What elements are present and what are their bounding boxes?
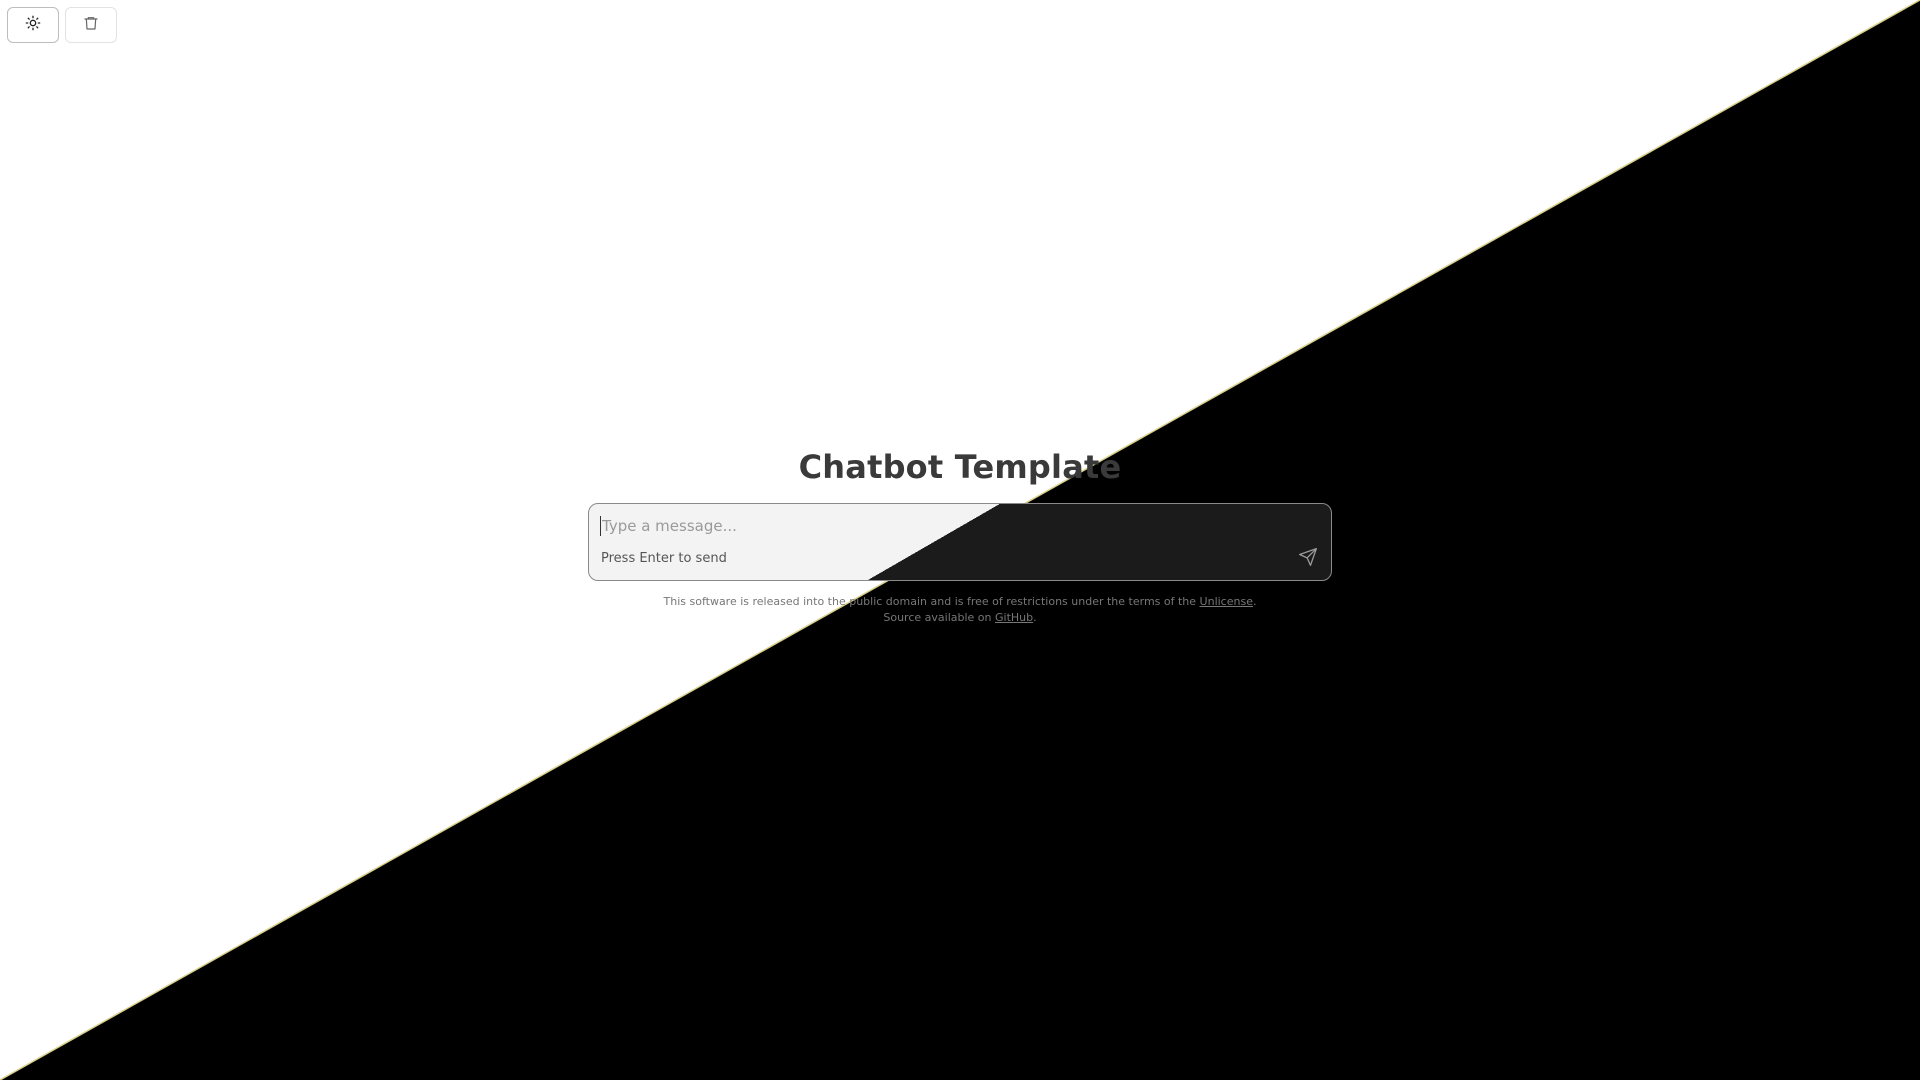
license-line: This software is released into the publi… — [588, 594, 1332, 610]
github-link[interactable]: GitHub — [995, 611, 1033, 624]
source-period: . — [1033, 611, 1037, 624]
send-icon — [1298, 547, 1318, 571]
page-title: Chatbot Template — [798, 448, 1122, 486]
license-text: This software is released into the publi… — [663, 595, 1200, 608]
source-line: Source available on GitHub. — [588, 610, 1332, 626]
top-toolbar — [7, 7, 117, 43]
send-button[interactable] — [1296, 547, 1320, 571]
theme-toggle-button[interactable] — [7, 7, 59, 43]
chat-start-panel: Chatbot Template Press Enter to send Thi… — [588, 445, 1332, 626]
unlicense-link[interactable]: Unlicense — [1200, 595, 1253, 608]
source-text: Source available on — [883, 611, 995, 624]
trash-icon — [83, 14, 99, 36]
footer-notice: This software is released into the publi… — [588, 594, 1332, 626]
message-input[interactable] — [600, 516, 1244, 536]
license-period: . — [1252, 595, 1257, 608]
clear-chat-button[interactable] — [65, 7, 117, 43]
sun-icon — [25, 15, 41, 35]
send-hint: Press Enter to send — [601, 551, 727, 566]
message-composer: Press Enter to send — [588, 503, 1332, 581]
